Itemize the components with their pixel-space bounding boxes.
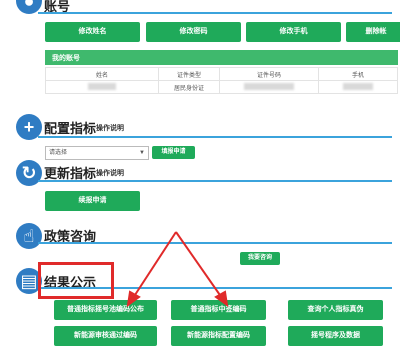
arrow-left-head <box>126 290 141 308</box>
arrow-left <box>132 231 177 299</box>
annotation-arrows <box>126 231 229 308</box>
arrow-right <box>175 231 223 299</box>
arrow-right-head <box>214 290 229 308</box>
